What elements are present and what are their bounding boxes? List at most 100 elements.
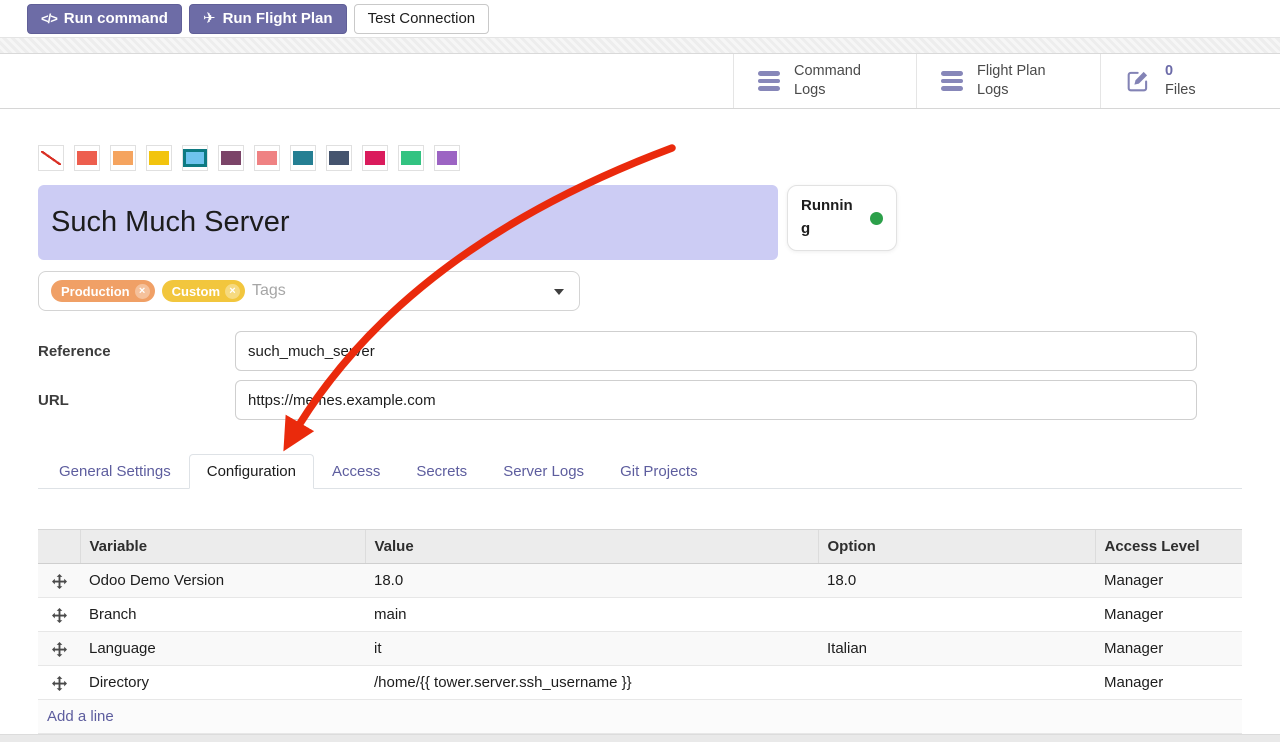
color-swatch-green[interactable] [398, 145, 424, 171]
handle-column-header [38, 530, 80, 564]
files-label: Files [1165, 81, 1196, 100]
variable-cell[interactable]: Language [80, 632, 365, 666]
color-swatch-yellow[interactable] [146, 145, 172, 171]
color-swatch-orange[interactable] [110, 145, 136, 171]
tab-configuration[interactable]: Configuration [189, 454, 314, 489]
config-row-odoo-demo-version: Odoo Demo Version18.018.0Manager [38, 564, 1242, 598]
tab-access[interactable]: Access [314, 454, 398, 489]
server-name-text: Such Much Server [51, 206, 290, 239]
reference-input[interactable] [235, 331, 1197, 371]
chevron-down-icon[interactable] [554, 289, 564, 295]
run-command-button[interactable]: </> Run command [27, 4, 182, 34]
access-level-cell[interactable]: Manager [1095, 666, 1242, 700]
dark-purple-chip [221, 151, 241, 165]
color-swatch-light-blue[interactable] [182, 145, 208, 171]
purple-chip [437, 151, 457, 165]
option-cell[interactable] [818, 598, 1095, 632]
option-cell[interactable] [818, 666, 1095, 700]
x-circle-icon[interactable]: × [225, 284, 240, 299]
table-header-row: Variable Value Option Access Level [38, 530, 1242, 564]
color-swatch-medium-blue[interactable] [290, 145, 316, 171]
edit-pencil-square-icon [1125, 68, 1151, 94]
option-cell[interactable]: Italian [818, 632, 1095, 666]
move-handle-icon[interactable] [38, 666, 80, 700]
config-row-language: LanguageitItalianManager [38, 632, 1242, 666]
color-palette [38, 145, 1242, 171]
tab-general-settings[interactable]: General Settings [41, 454, 189, 489]
statusbar: Command Logs Flight Plan Logs 0 Files [0, 54, 1280, 109]
flight-plan-logs-button[interactable]: Flight Plan Logs [916, 54, 1100, 108]
fuchsia-chip [365, 151, 385, 165]
notebook-tabs: General SettingsConfigurationAccessSecre… [38, 454, 1242, 489]
files-count: 0 [1165, 62, 1196, 81]
value-cell[interactable]: it [365, 632, 818, 666]
variable-cell[interactable]: Branch [80, 598, 365, 632]
salmon-pink-chip [257, 151, 277, 165]
variable-cell[interactable]: Directory [80, 666, 365, 700]
access-level-cell[interactable]: Manager [1095, 598, 1242, 632]
reference-label: Reference [38, 343, 235, 360]
access-level-cell[interactable]: Manager [1095, 564, 1242, 598]
top-toolbar: </> Run command ✈ Run Flight Plan Test C… [0, 0, 1280, 37]
color-swatch-salmon-pink[interactable] [254, 145, 280, 171]
color-swatch-dark-blue[interactable] [326, 145, 352, 171]
tag-pill-custom: Custom × [162, 280, 245, 302]
url-input[interactable] [235, 380, 1197, 420]
color-swatch-red[interactable] [74, 145, 100, 171]
tag-label: Production [61, 284, 130, 299]
server-name-field[interactable]: Such Much Server [38, 185, 778, 260]
texture-strip [0, 37, 1280, 54]
color-swatch-no-color[interactable] [38, 145, 64, 171]
tags-placeholder: Tags [252, 282, 286, 300]
color-swatch-fuchsia[interactable] [362, 145, 388, 171]
yellow-chip [149, 151, 169, 165]
option-column-header: Option [818, 530, 1095, 564]
command-logs-label-line1: Command [794, 62, 861, 81]
code-icon: </> [41, 11, 57, 26]
color-swatch-purple[interactable] [434, 145, 460, 171]
test-connection-button[interactable]: Test Connection [354, 4, 490, 34]
no-color-chip [41, 151, 61, 165]
move-handle-icon[interactable] [38, 632, 80, 666]
bottom-strip [0, 734, 1280, 742]
variable-cell[interactable]: Odoo Demo Version [80, 564, 365, 598]
server-status-label: Running [801, 195, 853, 241]
tags-field[interactable]: Production × Custom × Tags [38, 271, 580, 311]
medium-blue-chip [293, 151, 313, 165]
tab-secrets[interactable]: Secrets [398, 454, 485, 489]
value-cell[interactable]: /home/{{ tower.server.ssh_username }} [365, 666, 818, 700]
command-logs-label-line2: Logs [794, 81, 861, 100]
run-command-label: Run command [64, 10, 168, 27]
run-flight-plan-label: Run Flight Plan [223, 10, 333, 27]
tag-pill-production: Production × [51, 280, 155, 302]
test-connection-label: Test Connection [368, 10, 476, 27]
add-a-line-link[interactable]: Add a line [47, 708, 114, 725]
tag-label: Custom [172, 284, 220, 299]
list-icon [941, 71, 963, 91]
run-flight-plan-button[interactable]: ✈ Run Flight Plan [189, 4, 347, 34]
command-logs-button[interactable]: Command Logs [733, 54, 916, 108]
color-swatch-dark-purple[interactable] [218, 145, 244, 171]
x-circle-icon[interactable]: × [135, 284, 150, 299]
variable-column-header: Variable [80, 530, 365, 564]
files-button[interactable]: 0 Files [1100, 54, 1280, 108]
add-line-row: Add a line [38, 700, 1242, 734]
plane-icon: ✈ [203, 11, 216, 26]
option-cell[interactable]: 18.0 [818, 564, 1095, 598]
dark-blue-chip [329, 151, 349, 165]
tab-server-logs[interactable]: Server Logs [485, 454, 602, 489]
orange-chip [113, 151, 133, 165]
light-blue-chip [186, 152, 204, 164]
value-cell[interactable]: 18.0 [365, 564, 818, 598]
move-handle-icon[interactable] [38, 598, 80, 632]
form-sheet: Such Much Server Running Production×Cust… [0, 145, 1280, 734]
access-level-cell[interactable]: Manager [1095, 632, 1242, 666]
list-icon [758, 71, 780, 91]
configuration-table: Variable Value Option Access Level Odoo … [38, 529, 1242, 734]
tab-git-projects[interactable]: Git Projects [602, 454, 716, 489]
config-row-directory: Directory/home/{{ tower.server.ssh_usern… [38, 666, 1242, 700]
move-handle-icon[interactable] [38, 564, 80, 598]
red-chip [77, 151, 97, 165]
value-cell[interactable]: main [365, 598, 818, 632]
flight-plan-logs-label-line2: Logs [977, 81, 1046, 100]
